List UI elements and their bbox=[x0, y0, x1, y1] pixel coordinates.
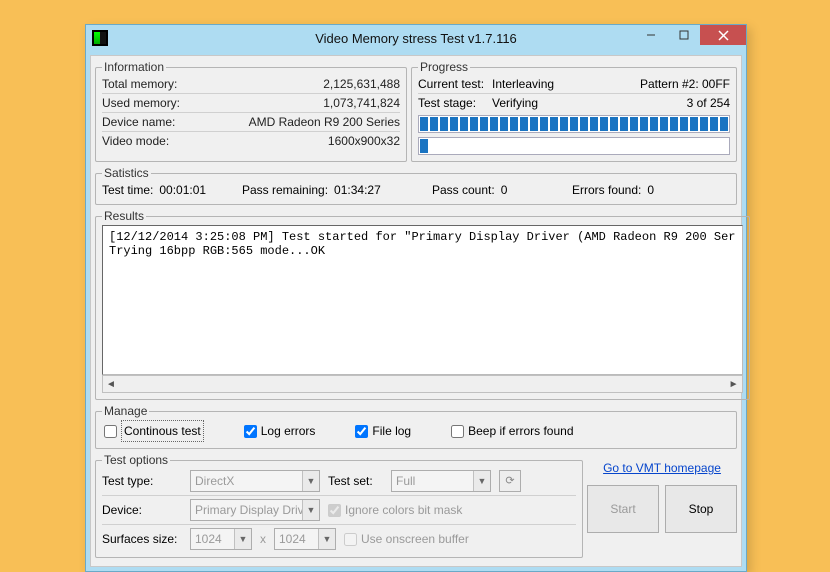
video-mode-value: 1600x900x32 bbox=[328, 133, 400, 149]
test-set-combo[interactable]: Full▼ bbox=[391, 470, 491, 492]
total-memory-value: 2,125,631,488 bbox=[323, 76, 400, 92]
test-set-refresh-button[interactable]: ⟳ bbox=[499, 470, 521, 492]
errors-found-value: 0 bbox=[647, 182, 654, 198]
results-group: Results [12/12/2014 3:25:08 PM] Test sta… bbox=[95, 209, 750, 400]
chevron-down-icon: ▼ bbox=[302, 500, 319, 520]
device-name-label: Device name: bbox=[102, 114, 175, 130]
progress-group: Progress Current test: Interleaving Patte… bbox=[411, 60, 737, 162]
device-combo[interactable]: Primary Display Drive▼ bbox=[190, 499, 320, 521]
pass-count-label: Pass count: bbox=[432, 182, 495, 198]
pass-remaining-label: Pass remaining: bbox=[242, 182, 328, 198]
onscreen-buffer-checkbox[interactable]: Use onscreen buffer bbox=[344, 527, 469, 551]
log-errors-label: Log errors bbox=[261, 421, 316, 441]
results-legend: Results bbox=[102, 209, 146, 223]
pass-remaining-value: 01:34:27 bbox=[334, 182, 381, 198]
minimize-button[interactable] bbox=[634, 25, 667, 45]
file-log-label: File log bbox=[372, 421, 411, 441]
chevron-down-icon: ▼ bbox=[473, 471, 490, 491]
device-label: Device: bbox=[102, 498, 182, 522]
pass-count-value: 0 bbox=[501, 182, 508, 198]
surfaces-size-label: Surfaces size: bbox=[102, 527, 182, 551]
test-stage-value: Verifying bbox=[492, 95, 538, 111]
titlebar[interactable]: Video Memory stress Test v1.7.116 bbox=[86, 25, 746, 51]
video-mode-label: Video mode: bbox=[102, 133, 169, 149]
chevron-down-icon: ▼ bbox=[318, 529, 335, 549]
window-title: Video Memory stress Test v1.7.116 bbox=[315, 31, 517, 46]
surface-mul-label: x bbox=[260, 527, 266, 551]
results-log[interactable]: [12/12/2014 3:25:08 PM] Test started for… bbox=[102, 225, 743, 375]
continuous-test-checkbox[interactable]: Continous test bbox=[104, 420, 204, 442]
chevron-down-icon: ▼ bbox=[302, 471, 319, 491]
test-type-combo[interactable]: DirectX▼ bbox=[190, 470, 320, 492]
progress-bar-secondary bbox=[418, 137, 730, 155]
surface-width-combo[interactable]: 1024▼ bbox=[190, 528, 252, 550]
refresh-icon: ⟳ bbox=[505, 469, 514, 493]
statistics-legend: Satistics bbox=[102, 166, 151, 180]
app-window: Video Memory stress Test v1.7.116 Inform… bbox=[85, 24, 747, 572]
information-group: Information Total memory: 2,125,631,488 U… bbox=[95, 60, 407, 162]
scroll-right-icon[interactable]: ► bbox=[726, 377, 742, 391]
start-button[interactable]: Start bbox=[587, 485, 659, 533]
stop-button[interactable]: Stop bbox=[665, 485, 737, 533]
onscreen-buffer-label: Use onscreen buffer bbox=[361, 527, 469, 551]
device-name-value: AMD Radeon R9 200 Series bbox=[249, 114, 400, 130]
statistics-group: Satistics Test time: 00:01:01 Pass remain… bbox=[95, 166, 737, 205]
homepage-link[interactable]: Go to VMT homepage bbox=[587, 459, 737, 481]
log-errors-checkbox[interactable]: Log errors bbox=[244, 421, 316, 441]
client-area: Information Total memory: 2,125,631,488 U… bbox=[90, 55, 742, 567]
file-log-checkbox[interactable]: File log bbox=[355, 421, 411, 441]
test-stage-label: Test stage: bbox=[418, 95, 486, 111]
scroll-left-icon[interactable]: ◄ bbox=[103, 377, 119, 391]
ignore-colors-checkbox[interactable]: Ignore colors bit mask bbox=[328, 498, 462, 522]
continuous-test-label: Continous test bbox=[121, 420, 204, 442]
current-test-value: Interleaving bbox=[492, 76, 554, 92]
used-memory-label: Used memory: bbox=[102, 95, 180, 111]
maximize-button[interactable] bbox=[667, 25, 700, 45]
pattern-label: Pattern #2: 00FF bbox=[640, 76, 730, 92]
progress-legend: Progress bbox=[418, 60, 470, 74]
test-set-label: Test set: bbox=[328, 469, 383, 493]
manage-group: Manage Continous test Log errors File lo… bbox=[95, 404, 737, 449]
current-test-label: Current test: bbox=[418, 76, 486, 92]
test-time-value: 00:01:01 bbox=[159, 182, 206, 198]
results-hscrollbar[interactable]: ◄ ► bbox=[102, 375, 743, 393]
test-options-legend: Test options bbox=[102, 453, 170, 467]
surface-height-combo[interactable]: 1024▼ bbox=[274, 528, 336, 550]
chevron-down-icon: ▼ bbox=[234, 529, 251, 549]
information-legend: Information bbox=[102, 60, 166, 74]
ignore-colors-label: Ignore colors bit mask bbox=[345, 498, 462, 522]
errors-found-label: Errors found: bbox=[572, 182, 641, 198]
test-time-label: Test time: bbox=[102, 182, 153, 198]
test-type-label: Test type: bbox=[102, 469, 182, 493]
beep-checkbox[interactable]: Beep if errors found bbox=[451, 421, 573, 441]
manage-legend: Manage bbox=[102, 404, 149, 418]
used-memory-value: 1,073,741,824 bbox=[323, 95, 400, 111]
test-options-group: Test options Test type: DirectX▼ Test se… bbox=[95, 453, 583, 558]
progress-bar-primary bbox=[418, 115, 730, 133]
beep-label: Beep if errors found bbox=[468, 421, 573, 441]
app-icon bbox=[92, 30, 108, 46]
stage-count: 3 of 254 bbox=[687, 95, 730, 111]
total-memory-label: Total memory: bbox=[102, 76, 177, 92]
close-button[interactable] bbox=[700, 25, 746, 45]
